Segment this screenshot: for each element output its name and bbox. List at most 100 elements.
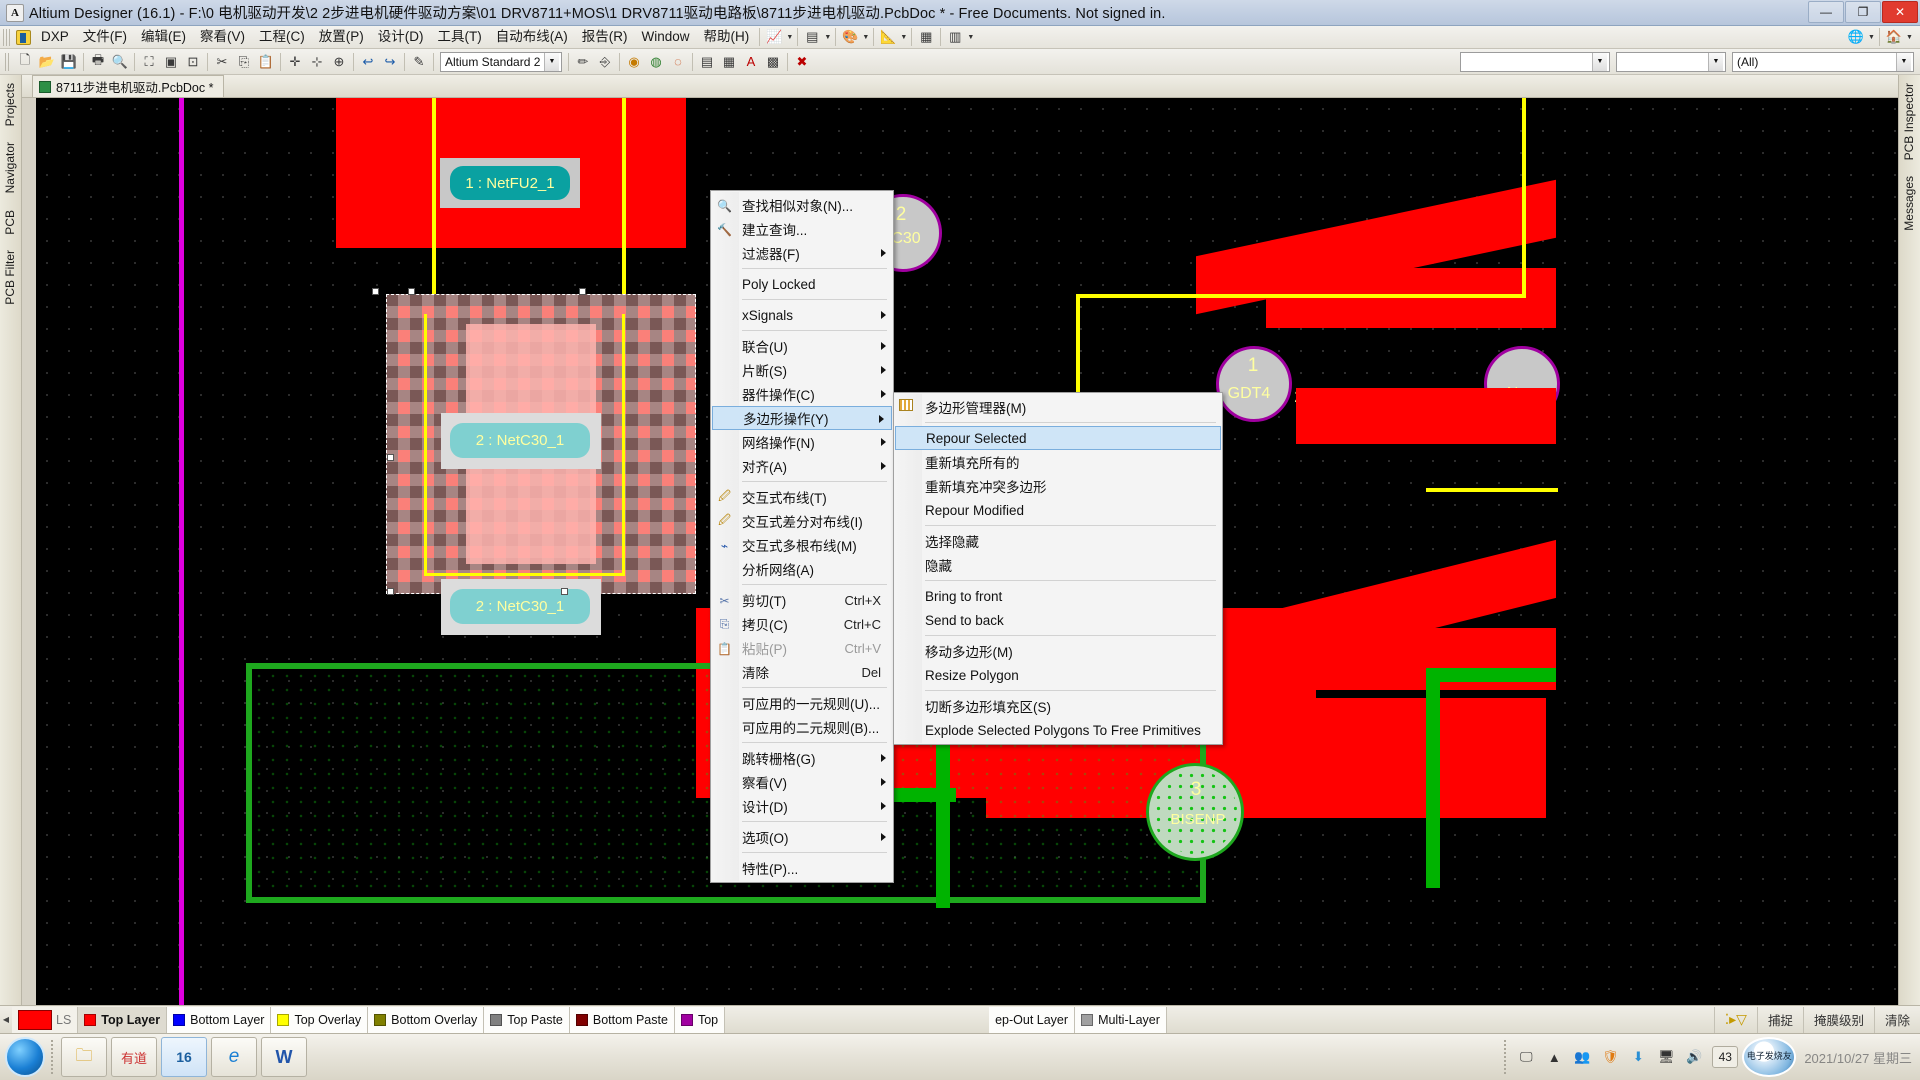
snap-button[interactable]: 捕捉	[1757, 1007, 1803, 1033]
menu-item-align[interactable]: 对齐(A)	[711, 454, 893, 478]
chevron-down-icon[interactable]: ▼	[785, 28, 794, 47]
menu-reports[interactable]: 报告(R)	[575, 26, 635, 48]
redo-icon[interactable]: ↪	[380, 52, 400, 71]
menu-item-filter[interactable]: 过滤器(F)	[711, 241, 893, 265]
sidebar-item-projects[interactable]: Projects	[0, 75, 20, 134]
tray-count-badge[interactable]: 43	[1712, 1046, 1738, 1068]
menu-item-design[interactable]: 设计(D)	[711, 794, 893, 818]
wire-icon[interactable]: ✎	[409, 52, 429, 71]
chevron-down-icon[interactable]: ▼	[1708, 53, 1723, 71]
sidebar-item-messages[interactable]: Messages	[1899, 168, 1919, 239]
selection-handle[interactable]	[387, 588, 394, 595]
edit-pad-icon[interactable]: ✏	[573, 52, 593, 71]
menu-item-cut[interactable]: ✂ 剪切(T) Ctrl+X	[711, 588, 893, 612]
menu-grip[interactable]	[3, 29, 11, 46]
menu-item-unary-rules[interactable]: 可应用的一元规则(U)...	[711, 691, 893, 715]
open-icon[interactable]: 📂	[37, 52, 57, 71]
erase-icon[interactable]: ✖	[792, 52, 812, 71]
layer-tab-bottom-paste[interactable]: Bottom Paste	[570, 1007, 675, 1033]
menu-help[interactable]: 帮助(H)	[697, 26, 757, 48]
layer-tab-bottom-layer[interactable]: Bottom Layer	[167, 1007, 271, 1033]
menu-design[interactable]: 设计(D)	[371, 26, 431, 48]
menu-view[interactable]: 察看(V)	[193, 26, 252, 48]
shield-icon[interactable]: 🛡	[1599, 1046, 1621, 1068]
menu-dxp[interactable]: DXP	[34, 26, 76, 48]
taskbar-altium[interactable]: 16	[161, 1037, 207, 1077]
menu-item-build-query[interactable]: 🔨 建立查询...	[711, 217, 893, 241]
menu-item-view[interactable]: 察看(V)	[711, 770, 893, 794]
sidebar-item-navigator[interactable]: Navigator	[0, 134, 20, 201]
track-icon[interactable]: ◌	[668, 52, 688, 71]
layer-tab-bottom-overlay[interactable]: Bottom Overlay	[368, 1007, 484, 1033]
ruler-icon[interactable]: 📐	[878, 28, 898, 47]
grid-icon[interactable]: ▦	[916, 28, 936, 47]
sidebar-item-pcb-filter[interactable]: PCB Filter	[0, 242, 20, 313]
menu-project[interactable]: 工程(C)	[252, 26, 312, 48]
selection-handle[interactable]	[372, 288, 379, 295]
region-icon[interactable]: ▩	[763, 52, 783, 71]
layer-tab-multi-layer[interactable]: Multi-Layer	[1075, 1007, 1167, 1033]
text-icon[interactable]: A	[741, 52, 761, 71]
menu-item-interactive-routing[interactable]: 🖉 交互式布线(T)	[711, 485, 893, 509]
menu-item-explode-polygons[interactable]: Explode Selected Polygons To Free Primit…	[894, 718, 1222, 742]
selection-handle[interactable]	[561, 588, 568, 595]
menu-item-analyze-net[interactable]: 分析网络(A)	[711, 557, 893, 581]
menu-item-repour-violating[interactable]: 重新填充冲突多边形	[894, 474, 1222, 498]
menu-item-send-to-back[interactable]: Send to back	[894, 608, 1222, 632]
all-combo[interactable]: (All) ▼	[1732, 52, 1914, 72]
paste-icon[interactable]: 📋	[256, 52, 276, 71]
chevron-down-icon[interactable]: ▼	[1896, 53, 1911, 71]
chevron-down-icon[interactable]: ▼	[1905, 28, 1914, 47]
selection-handle[interactable]	[408, 288, 415, 295]
layer-tab-top-solder[interactable]: Top	[675, 1007, 725, 1033]
move-icon[interactable]: ✛	[285, 52, 305, 71]
chevron-down-icon[interactable]: ▼	[1592, 53, 1607, 71]
menu-item-move-polygon[interactable]: 移动多边形(M)	[894, 639, 1222, 663]
save-icon[interactable]: 💾	[59, 52, 79, 71]
menu-item-poly-locked[interactable]: Poly Locked	[711, 272, 893, 296]
menu-file[interactable]: 文件(F)	[76, 26, 134, 48]
layer-tab-top-overlay[interactable]: Top Overlay	[271, 1007, 368, 1033]
layer-sets-chip[interactable]: LS	[12, 1007, 78, 1033]
menu-item-multi-routing[interactable]: ⌁ 交互式多根布线(M)	[711, 533, 893, 557]
menu-item-polygon-manager[interactable]: 多边形管理器(M)	[894, 395, 1222, 419]
layer-tab-top-paste[interactable]: Top Paste	[484, 1007, 570, 1033]
chevron-down-icon[interactable]: ▼	[1867, 28, 1876, 47]
undo-icon[interactable]: ↩	[358, 52, 378, 71]
selection-handle[interactable]	[387, 454, 394, 461]
chevron-down-icon[interactable]: ▼	[861, 28, 870, 47]
menu-item-fragment[interactable]: 片断(S)	[711, 358, 893, 382]
taskbar-ie[interactable]: e	[211, 1037, 257, 1077]
menu-item-snap-grid[interactable]: 跳转栅格(G)	[711, 746, 893, 770]
align-icon[interactable]: ⊹	[307, 52, 327, 71]
filter-combo-1[interactable]: ▼	[1460, 52, 1610, 72]
menu-item-net-actions[interactable]: 网络操作(N)	[711, 430, 893, 454]
chevron-up-icon[interactable]: ▲	[1543, 1046, 1565, 1068]
menu-item-component-actions[interactable]: 器件操作(C)	[711, 382, 893, 406]
menu-item-diff-pair-routing[interactable]: 🖉 交互式差分对布线(I)	[711, 509, 893, 533]
maximize-button[interactable]: ❐	[1845, 1, 1881, 23]
layer-tab-keep-out-layer[interactable]: ep-Out Layer	[989, 1007, 1075, 1033]
menu-item-slice-polygon[interactable]: 切断多边形填充区(S)	[894, 694, 1222, 718]
chevron-down-icon[interactable]: ▼	[544, 53, 559, 71]
toolbar-grip[interactable]	[5, 53, 11, 71]
close-button[interactable]: ✕	[1882, 1, 1918, 23]
filter-combo-2[interactable]: ▼	[1616, 52, 1726, 72]
menu-item-copy[interactable]: ⎘ 拷贝(C) Ctrl+C	[711, 612, 893, 636]
clear-button[interactable]: 清除	[1874, 1007, 1920, 1033]
selection-handle[interactable]	[579, 288, 586, 295]
layer-scroll-left-icon[interactable]: ◀	[0, 1007, 12, 1033]
palette-icon[interactable]: 🎨	[840, 28, 860, 47]
menu-item-shelve[interactable]: 隐藏	[894, 553, 1222, 577]
design-rule-icon[interactable]: ⎆	[595, 52, 615, 71]
download-icon[interactable]: ⬇	[1627, 1046, 1649, 1068]
cut-icon[interactable]: ✂	[212, 52, 232, 71]
menu-item-clear[interactable]: 清除 Del	[711, 660, 893, 684]
menu-item-bring-to-front[interactable]: Bring to front	[894, 584, 1222, 608]
menu-place[interactable]: 放置(P)	[312, 26, 371, 48]
polygon-icon[interactable]: ▤	[697, 52, 717, 71]
sidebar-item-pcb-inspector[interactable]: PCB Inspector	[1899, 75, 1919, 168]
taskbar-explorer[interactable]: 🗀	[61, 1037, 107, 1077]
new-icon[interactable]: 🗋	[15, 52, 35, 71]
menu-item-repour-modified[interactable]: Repour Modified	[894, 498, 1222, 522]
